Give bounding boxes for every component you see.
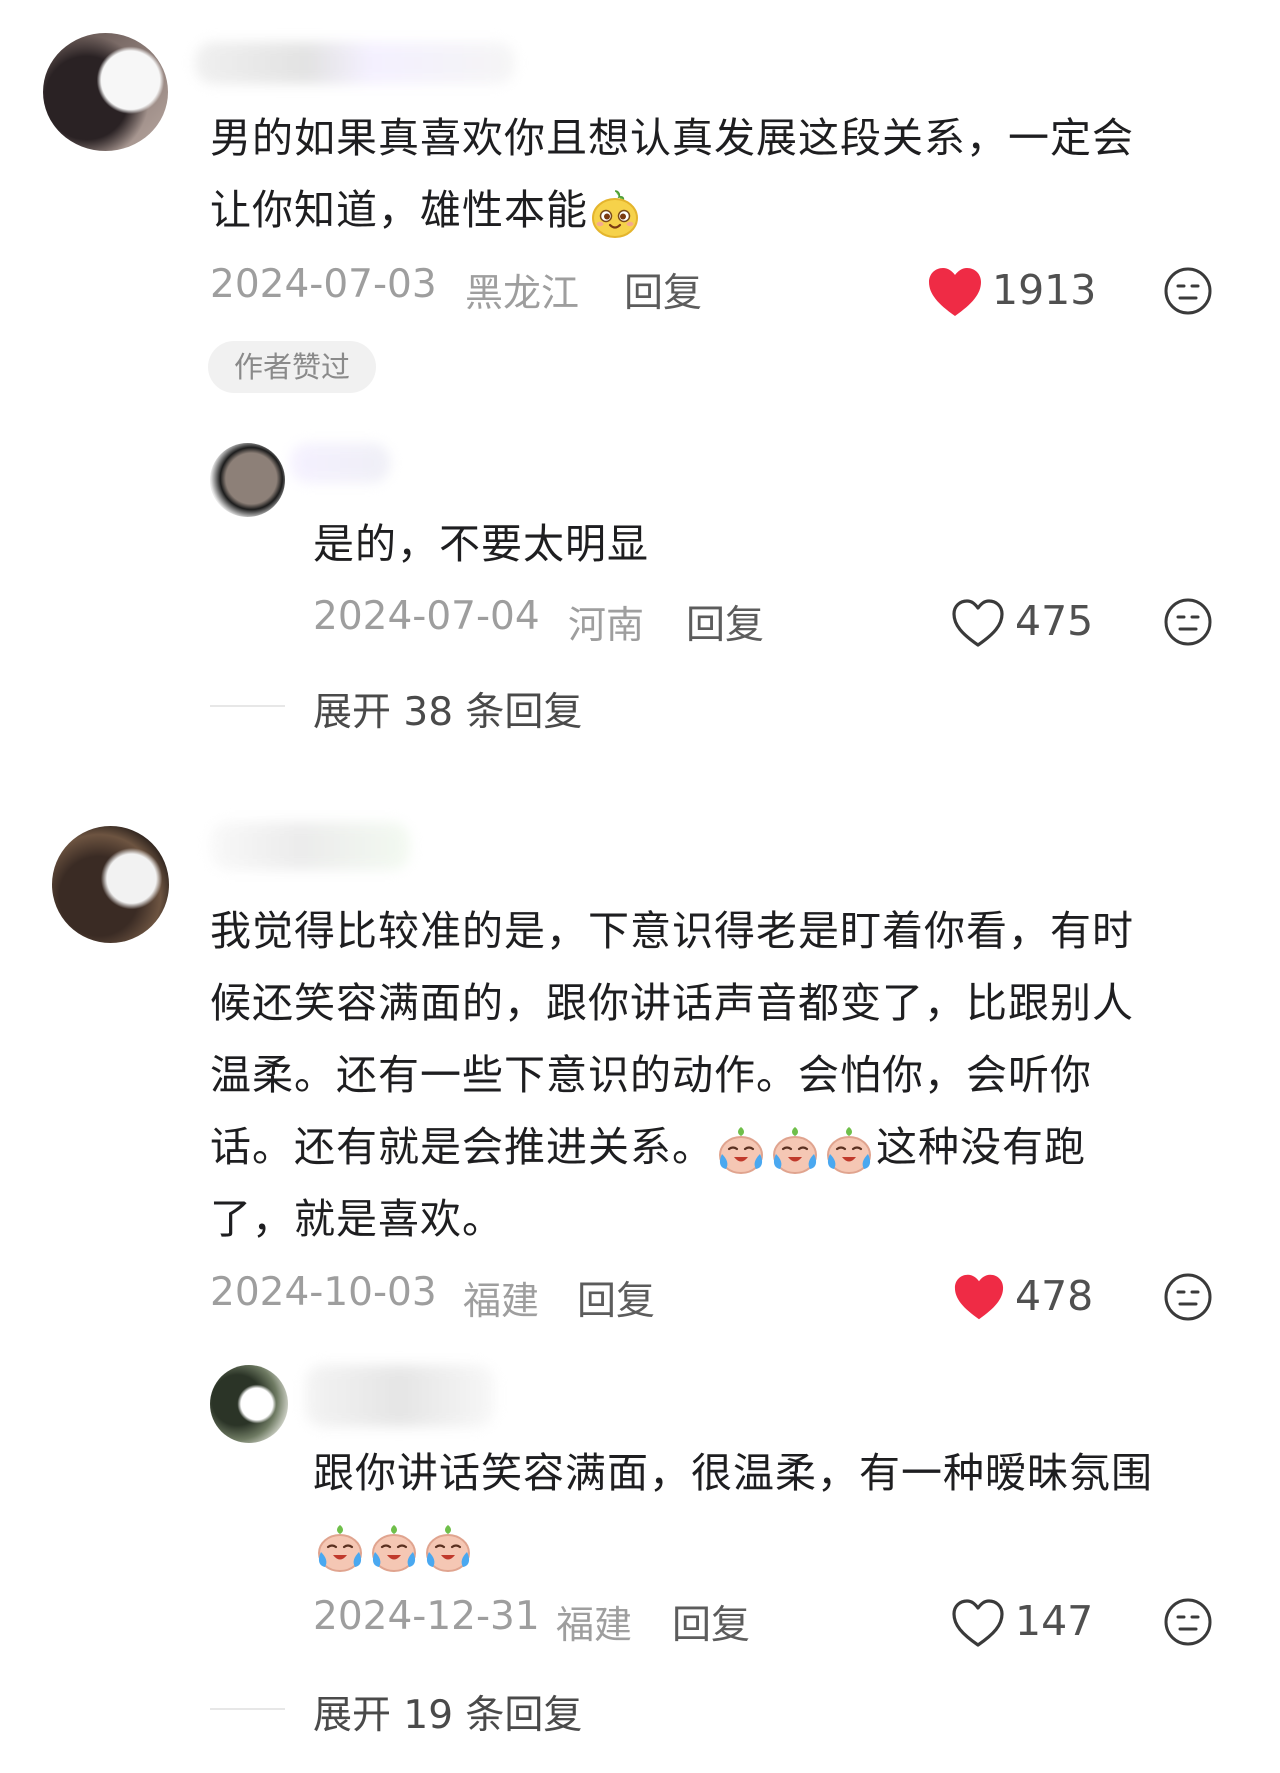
divider (210, 1708, 285, 1710)
username-blurred[interactable] (290, 443, 390, 483)
more-options-icon[interactable] (1163, 1597, 1213, 1647)
like-count: 147 (1015, 1597, 1094, 1645)
comment-line: 候还笑容满面的，跟你讲话声音都变了，比跟别人 (210, 979, 1134, 1027)
like-count: 475 (1015, 597, 1094, 645)
more-options-icon[interactable] (1163, 266, 1213, 316)
comment-line (313, 1509, 1243, 1581)
heart-outline-icon[interactable] (950, 597, 1006, 649)
avatar[interactable] (210, 443, 285, 517)
reply-button[interactable]: 回复 (577, 1270, 655, 1326)
comment-line: 让你知道，雄性本能 (210, 174, 1250, 246)
comment-date: 2024-12-31 (313, 1594, 540, 1639)
crying-face-emoji (422, 1522, 474, 1574)
comment-date: 2024-10-03 (210, 1270, 437, 1315)
comment-location: 福建 (556, 1603, 633, 1647)
comment-location: 福建 (463, 1279, 540, 1323)
username-blurred[interactable] (305, 1365, 495, 1427)
crying-face-emoji (314, 1522, 366, 1574)
comment-line: 了，就是喜欢。 (210, 1195, 504, 1243)
heart-icon[interactable] (952, 1272, 1006, 1322)
heart-outline-icon[interactable] (950, 1597, 1006, 1649)
comment-line: 我觉得比较准的是，下意识得老是盯着你看，有时 (210, 907, 1134, 955)
comment-line: 跟你讲话笑容满面，很温柔，有一种暧昧氛围 (313, 1449, 1153, 1497)
comment-line: 男的如果真喜欢你且想认真发展这段关系，一定会 (210, 114, 1134, 162)
comment-date: 2024-07-03 (210, 262, 437, 307)
like-count: 1913 (992, 266, 1097, 314)
expand-replies-button[interactable]: 展开 38 条回复 (313, 681, 582, 737)
expand-replies-button[interactable]: 展开 19 条回复 (313, 1684, 582, 1740)
avatar[interactable] (52, 826, 169, 943)
reply-button[interactable]: 回复 (686, 594, 764, 650)
avatar[interactable] (210, 1365, 288, 1443)
comment-line-text: 话。还有就是会推进关系。 (210, 1123, 714, 1171)
username-blurred[interactable] (210, 822, 410, 870)
comment-line-text: 这种没有跑 (876, 1123, 1086, 1171)
comment-body: 我觉得比较准的是，下意识得老是盯着你看，有时 候还笑容满面的，跟你讲话声音都变了… (210, 895, 1260, 1255)
comment-location: 黑龙江 (465, 271, 580, 315)
reply-button[interactable]: 回复 (624, 262, 702, 318)
yellow-face-emoji (589, 187, 641, 239)
comment-line: 温柔。还有一些下意识的动作。会怕你，会听你 (210, 1051, 1092, 1099)
comment-body: 是的，不要太明显 (313, 520, 649, 568)
heart-icon[interactable] (926, 265, 984, 319)
comment-date: 2024-07-04 (313, 594, 540, 639)
more-options-icon[interactable] (1163, 1272, 1213, 1322)
comment-location: 河南 (568, 603, 645, 647)
crying-face-emoji (368, 1522, 420, 1574)
more-options-icon[interactable] (1163, 597, 1213, 647)
crying-face-emoji (823, 1124, 875, 1176)
reply-button[interactable]: 回复 (672, 1594, 750, 1650)
author-liked-badge: 作者赞过 (208, 341, 376, 393)
comment-body: 男的如果真喜欢你且想认真发展这段关系，一定会 让你知道，雄性本能 (210, 102, 1250, 246)
divider (210, 705, 285, 707)
like-count: 478 (1015, 1272, 1094, 1320)
username-blurred[interactable] (195, 42, 515, 84)
comment-line: 话。还有就是会推进关系。 这种没有跑 (210, 1111, 1260, 1183)
crying-face-emoji (715, 1124, 767, 1176)
comment-line-text: 让你知道，雄性本能 (210, 186, 588, 234)
comment-body: 跟你讲话笑容满面，很温柔，有一种暧昧氛围 (313, 1437, 1243, 1581)
avatar[interactable] (43, 33, 168, 151)
crying-face-emoji (769, 1124, 821, 1176)
